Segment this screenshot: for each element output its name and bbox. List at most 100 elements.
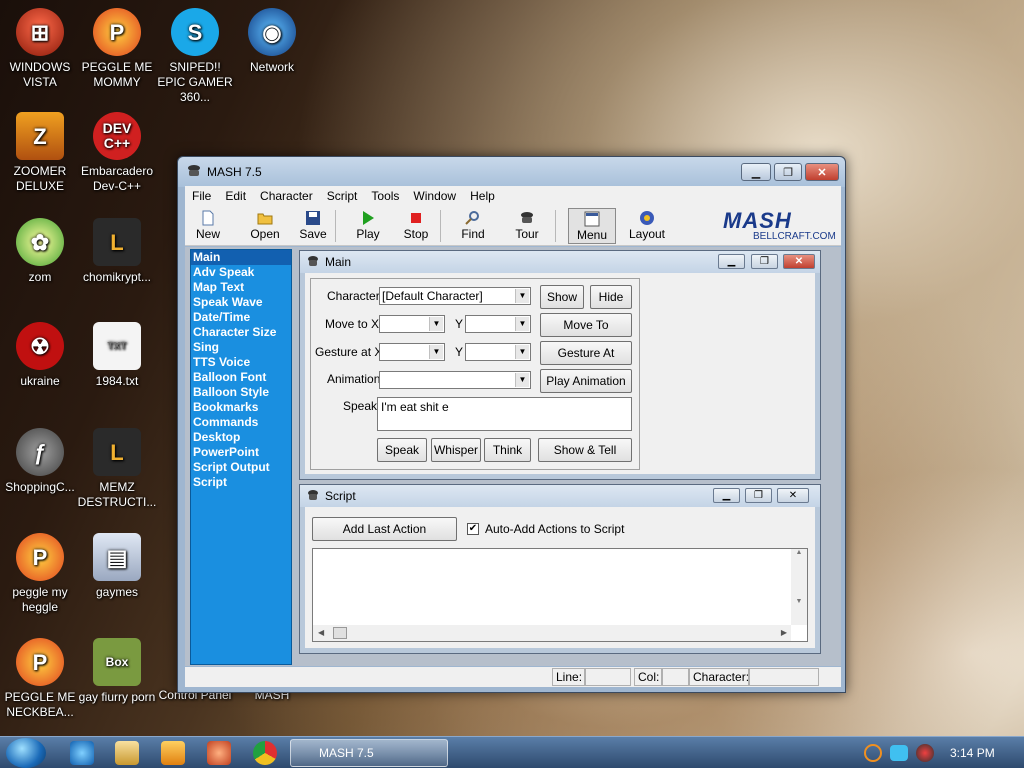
speaker-icon[interactable] <box>916 744 934 762</box>
desktop-icon-chomikrypt[interactable]: L chomikrypt... <box>77 218 157 285</box>
file-explorer-icon[interactable] <box>115 741 139 765</box>
stop-button[interactable]: Stop <box>401 208 431 244</box>
move-to-x-select[interactable]: ▼ <box>379 315 445 333</box>
feature-item-map-text[interactable]: Map Text <box>191 280 291 295</box>
feature-item-powerpoint[interactable]: PowerPoint <box>191 445 291 460</box>
think-button[interactable]: Think <box>484 438 531 462</box>
desktop-icon-zom[interactable]: ✿ zom <box>0 218 80 285</box>
feature-item-balloon-style[interactable]: Balloon Style <box>191 385 291 400</box>
show-button[interactable]: Show <box>540 285 584 309</box>
menu-character[interactable]: Character <box>253 189 320 203</box>
find-button[interactable]: Find <box>457 208 489 244</box>
gesture-at-y-select[interactable]: ▼ <box>465 343 531 361</box>
script-text-area[interactable]: ▲ ▼ ◀ ▶ <box>312 548 808 642</box>
desktop-icon-network[interactable]: ◉ Network <box>232 8 312 75</box>
close-button[interactable]: ✕ <box>805 163 839 181</box>
feature-item-script[interactable]: Script <box>191 475 291 490</box>
whisper-button[interactable]: Whisper <box>431 438 481 462</box>
speak-button[interactable]: Speak <box>377 438 427 462</box>
menu-edit[interactable]: Edit <box>218 189 253 203</box>
search-icon[interactable] <box>864 744 882 762</box>
gesture-at-button[interactable]: Gesture At <box>540 341 632 365</box>
script-maximize-button[interactable]: ❐ <box>745 488 772 503</box>
window-titlebar[interactable]: MASH 7.5 ▁ ❐ ✕ <box>178 157 845 187</box>
scroll-right-icon[interactable]: ▶ <box>781 628 787 637</box>
play-button[interactable]: Play <box>353 208 383 244</box>
feature-item-script-output[interactable]: Script Output <box>191 460 291 475</box>
main-close-button[interactable]: ✕ <box>783 254 815 269</box>
gesture-at-x-select[interactable]: ▼ <box>379 343 445 361</box>
horizontal-scrollbar[interactable]: ◀ ▶ <box>313 625 791 641</box>
speak-text-field[interactable]: I'm eat shit e <box>377 397 632 431</box>
feature-item-desktop[interactable]: Desktop <box>191 430 291 445</box>
paint-icon[interactable] <box>207 741 231 765</box>
clock[interactable]: 3:14 PM <box>950 746 995 760</box>
main-minimize-button[interactable]: ▁ <box>718 254 745 269</box>
feature-item-date-time[interactable]: Date/Time <box>191 310 291 325</box>
media-player-icon[interactable] <box>161 741 185 765</box>
menu-script[interactable]: Script <box>320 189 365 203</box>
add-last-action-button[interactable]: Add Last Action <box>312 517 457 541</box>
scroll-thumb[interactable] <box>333 627 347 639</box>
menu-help[interactable]: Help <box>463 189 502 203</box>
script-child-window: Script ▁ ❐ ✕ Add Last Action ✔ Auto-Add … <box>299 484 821 654</box>
desktop-icon-gay-furry[interactable]: Box gay fiurry porn <box>77 638 157 705</box>
layout-button[interactable]: Layout <box>627 208 667 244</box>
menu-button[interactable]: Menu <box>568 208 616 244</box>
desktop-icon-sniped[interactable]: S SNIPED!! EPIC GAMER 360... <box>155 8 235 105</box>
feature-item-commands[interactable]: Commands <box>191 415 291 430</box>
desktop-icon-ukraine[interactable]: ☢ ukraine <box>0 322 80 389</box>
status-character-label: Character: <box>689 668 749 686</box>
feature-item-balloon-font[interactable]: Balloon Font <box>191 370 291 385</box>
start-button[interactable] <box>6 738 46 768</box>
desktop-icon-windows-vista[interactable]: ⊞ WINDOWS VISTA <box>0 8 80 90</box>
feature-item-character-size[interactable]: Character Size <box>191 325 291 340</box>
move-to-button[interactable]: Move To <box>540 313 632 337</box>
desktop-icon-zoomer-deluxe[interactable]: Z ZOOMER DELUXE <box>0 112 80 194</box>
script-close-button[interactable]: ✕ <box>777 488 809 503</box>
auto-add-checkbox[interactable]: ✔ <box>467 523 479 535</box>
feature-item-adv-speak[interactable]: Adv Speak <box>191 265 291 280</box>
new-button[interactable]: New <box>191 208 225 244</box>
desktop-icon-1984-txt[interactable]: TXT 1984.txt <box>77 322 157 389</box>
menu-bar: File Edit Character Script Tools Window … <box>185 186 841 206</box>
maximize-button[interactable]: ❐ <box>774 163 802 181</box>
desktop-icon-peggle-neckbeard[interactable]: P PEGGLE ME NECKBEA... <box>0 638 80 720</box>
open-button[interactable]: Open <box>247 208 283 244</box>
animation-select[interactable]: ▼ <box>379 371 531 389</box>
hide-button[interactable]: Hide <box>590 285 632 309</box>
feature-item-bookmarks[interactable]: Bookmarks <box>191 400 291 415</box>
play-animation-button[interactable]: Play Animation <box>540 369 632 393</box>
chrome-icon[interactable] <box>253 741 277 765</box>
menu-window[interactable]: Window <box>406 189 463 203</box>
tour-button[interactable]: Tour <box>512 208 542 244</box>
toolbar-separator <box>335 210 336 242</box>
feature-item-main[interactable]: Main <box>191 250 291 265</box>
vertical-scrollbar[interactable]: ▲ ▼ <box>791 549 807 625</box>
scroll-left-icon[interactable]: ◀ <box>318 628 324 637</box>
taskbar-mash-button[interactable]: MASH 7.5 <box>290 739 448 767</box>
desktop-icon-gaymes[interactable]: ▤ gaymes <box>77 533 157 600</box>
script-child-titlebar[interactable]: Script ▁ ❐ ✕ <box>300 485 820 507</box>
internet-explorer-icon[interactable] <box>70 741 94 765</box>
feature-item-sing[interactable]: Sing <box>191 340 291 355</box>
feature-item-speak-wave[interactable]: Speak Wave <box>191 295 291 310</box>
save-button[interactable]: Save <box>298 208 328 244</box>
script-minimize-button[interactable]: ▁ <box>713 488 740 503</box>
main-maximize-button[interactable]: ❐ <box>751 254 778 269</box>
display-icon[interactable] <box>890 745 908 761</box>
character-select[interactable]: [Default Character] ▼ <box>379 287 531 305</box>
show-and-tell-button[interactable]: Show & Tell <box>538 438 632 462</box>
peggle-icon: P <box>16 638 64 686</box>
desktop-icon-shopping[interactable]: ƒ ShoppingC... <box>0 428 80 495</box>
menu-tools[interactable]: Tools <box>364 189 406 203</box>
move-to-y-select[interactable]: ▼ <box>465 315 531 333</box>
desktop-icon-peggle-me-mommy[interactable]: P PEGGLE ME MOMMY <box>77 8 157 90</box>
menu-file[interactable]: File <box>185 189 218 203</box>
main-child-titlebar[interactable]: Main ▁ ❐ ✕ <box>300 251 820 273</box>
feature-item-tts-voice[interactable]: TTS Voice <box>191 355 291 370</box>
minimize-button[interactable]: ▁ <box>741 163 771 181</box>
desktop-icon-memz[interactable]: L MEMZ DESTRUCTI... <box>77 428 157 510</box>
desktop-icon-peggle-my-heggle[interactable]: P peggle my heggle <box>0 533 80 615</box>
desktop-icon-dev-cpp[interactable]: DEV C++ Embarcadero Dev-C++ <box>77 112 157 194</box>
